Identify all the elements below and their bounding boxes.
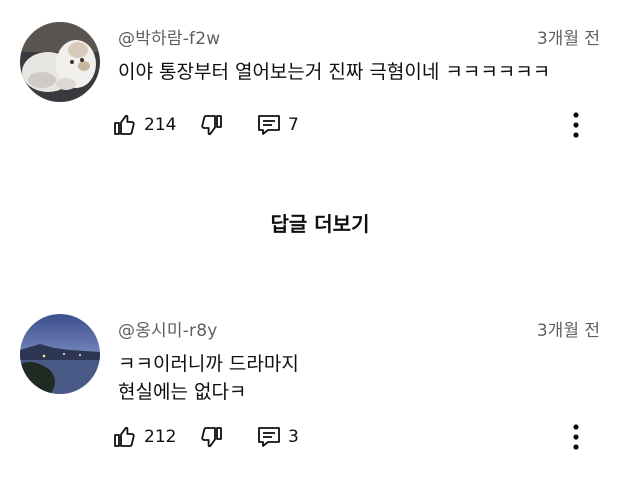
reply-button[interactable]: 3 — [256, 422, 299, 452]
comment-text-line: ㅋㅋ이러니까 드라마지 — [118, 353, 299, 375]
dislike-button[interactable] — [200, 110, 224, 140]
comment-text: 이야 통장부터 열어보는거 진짜 극혐이네 ㅋㅋㅋㅋㅋㅋ — [118, 58, 550, 86]
thumbs-down-icon — [201, 427, 222, 448]
comment-author[interactable]: @옹시미-r8y — [118, 316, 218, 341]
avatar[interactable] — [20, 22, 100, 102]
reply-button[interactable]: 7 — [256, 110, 299, 140]
thumbs-up-icon — [114, 114, 135, 135]
more-replies-button[interactable]: 답글 더보기 — [0, 208, 640, 237]
comment-text-line: 현실에는 없다ㅋ — [118, 381, 247, 403]
thumbs-up-icon — [114, 426, 135, 447]
cat-photo-icon — [20, 22, 100, 102]
coastal-dusk-icon — [20, 314, 100, 394]
more-options-button[interactable] — [566, 422, 586, 452]
like-button[interactable]: 214 — [112, 110, 176, 140]
reply-count: 7 — [288, 115, 299, 135]
avatar[interactable] — [20, 314, 100, 394]
reply-comment-icon — [258, 115, 280, 135]
more-vertical-icon — [573, 112, 579, 138]
thumbs-down-icon — [201, 115, 222, 136]
more-vertical-icon — [573, 424, 579, 450]
comment-timestamp[interactable]: 3개월 전 — [537, 316, 600, 341]
comment-actions: 212 3 — [112, 422, 602, 452]
more-options-button[interactable] — [566, 110, 586, 140]
comment-text: ㅋㅋ이러니까 드라마지 현실에는 없다ㅋ — [118, 350, 299, 406]
comment-author[interactable]: @박하람-f2w — [118, 24, 220, 49]
comment-text-line: 이야 통장부터 열어보는거 진짜 극혐이네 ㅋㅋㅋㅋㅋㅋ — [118, 61, 551, 83]
dislike-button[interactable] — [200, 422, 224, 452]
like-count: 212 — [144, 427, 177, 447]
like-count: 214 — [144, 115, 177, 135]
comment-actions: 214 7 — [112, 110, 602, 140]
reply-comment-icon — [258, 427, 280, 447]
comment-timestamp[interactable]: 3개월 전 — [537, 24, 600, 49]
reply-count: 3 — [288, 427, 299, 447]
like-button[interactable]: 212 — [112, 422, 176, 452]
